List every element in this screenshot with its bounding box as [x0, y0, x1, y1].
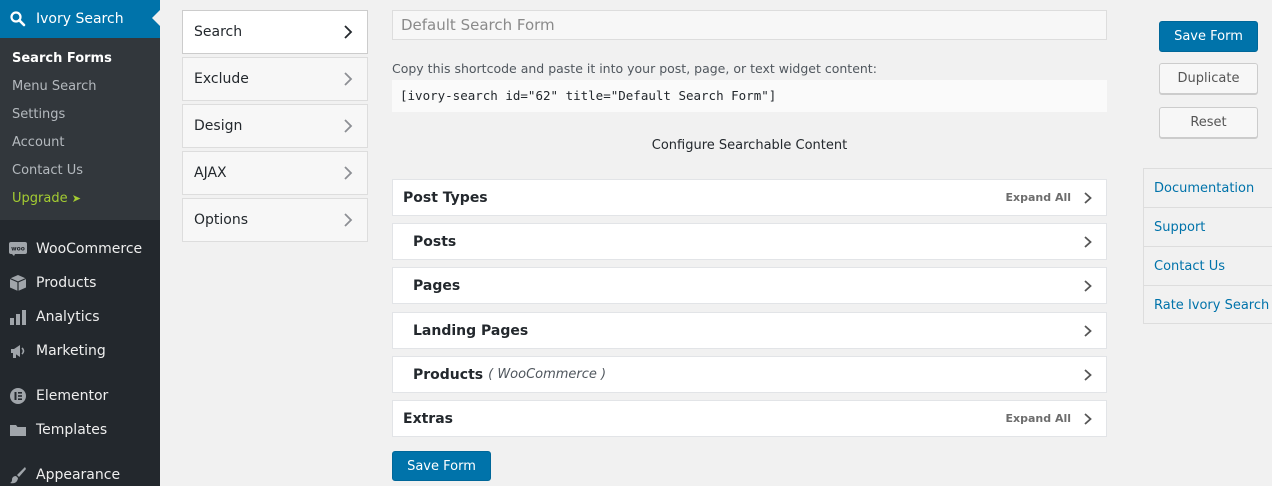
accordion-landing-pages[interactable]: Landing Pages	[392, 312, 1107, 349]
chevron-right-icon	[1084, 369, 1092, 381]
chevron-right-icon	[344, 25, 353, 39]
shortcode-text[interactable]: [ivory-search id="62" title="Default Sea…	[392, 80, 1107, 112]
tab-label: Options	[194, 212, 249, 228]
help-links-box: Documentation Support Contact Us Rate Iv…	[1143, 168, 1272, 324]
save-form-button[interactable]: Save Form	[1159, 21, 1258, 52]
tab-exclude[interactable]: Exclude	[182, 57, 368, 101]
paintbrush-icon	[9, 466, 27, 484]
menu-item-label: Marketing	[36, 343, 106, 359]
menu-item-label: Templates	[36, 422, 108, 438]
submenu-search-forms[interactable]: Search Forms	[0, 45, 160, 73]
chevron-right-icon	[1084, 413, 1092, 425]
accordion-post-types[interactable]: Post Types Expand All	[392, 179, 1107, 216]
chevron-right-icon	[344, 119, 353, 133]
accordion-label: Pages	[413, 277, 461, 294]
chevron-right-icon	[344, 166, 353, 180]
duplicate-button[interactable]: Duplicate	[1159, 63, 1258, 94]
woocommerce-icon: woo	[9, 240, 27, 258]
tab-label: AJAX	[194, 165, 227, 181]
upgrade-label: Upgrade	[12, 191, 68, 206]
tab-search[interactable]: Search	[182, 10, 368, 54]
menu-item-templates[interactable]: Templates	[0, 413, 160, 447]
menu-item-label: Products	[36, 275, 97, 291]
megaphone-icon	[9, 342, 27, 360]
contact-us-link[interactable]: Contact Us	[1144, 247, 1272, 286]
woocommerce-icon-text: woo	[11, 246, 25, 253]
support-link[interactable]: Support	[1144, 208, 1272, 247]
accordion-note: ( WooCommerce )	[488, 367, 607, 382]
menu-item-ivory-search[interactable]: Ivory Search	[0, 0, 160, 38]
upgrade-arrow-icon: ➤	[71, 192, 81, 205]
reset-button[interactable]: Reset	[1159, 107, 1258, 138]
tab-options[interactable]: Options	[182, 198, 368, 242]
analytics-bars-icon	[9, 308, 27, 326]
menu-item-woocommerce[interactable]: woo WooCommerce	[0, 232, 160, 266]
rate-ivory-search-link[interactable]: Rate Ivory Search	[1144, 286, 1272, 325]
accordion-products[interactable]: Products ( WooCommerce )	[392, 356, 1107, 393]
documentation-link[interactable]: Documentation	[1144, 169, 1272, 208]
chevron-right-icon	[1084, 325, 1092, 337]
menu-item-label: Ivory Search	[36, 11, 124, 27]
ivory-search-submenu: Search Forms Menu Search Settings Accoun…	[0, 38, 160, 220]
tab-label: Design	[194, 118, 243, 134]
submenu-account[interactable]: Account	[0, 129, 160, 157]
accordion-pages[interactable]: Pages	[392, 267, 1107, 304]
expand-all-link[interactable]: Expand All	[1006, 191, 1072, 204]
shortcode-hint: Copy this shortcode and paste it into yo…	[392, 61, 877, 76]
chevron-right-icon	[1084, 280, 1092, 292]
accordion-label: Products	[413, 366, 484, 383]
menu-item-elementor[interactable]: Elementor	[0, 379, 160, 413]
submenu-contact-us[interactable]: Contact Us	[0, 157, 160, 185]
chevron-right-icon	[1084, 192, 1092, 204]
products-box-icon	[9, 274, 27, 292]
menu-item-label: Appearance	[36, 467, 121, 483]
submenu-menu-search[interactable]: Menu Search	[0, 73, 160, 101]
submenu-upgrade[interactable]: Upgrade ➤	[0, 185, 160, 213]
tab-ajax[interactable]: AJAX	[182, 151, 368, 195]
menu-item-products[interactable]: Products	[0, 266, 160, 300]
accordion-extras[interactable]: Extras Expand All	[392, 400, 1107, 437]
chevron-right-icon	[344, 213, 353, 227]
accordion-label: Landing Pages	[413, 322, 529, 339]
form-title-input[interactable]	[392, 10, 1107, 40]
tab-label: Search	[194, 24, 243, 40]
menu-item-label: Elementor	[36, 388, 109, 404]
menu-item-label: WooCommerce	[36, 241, 143, 257]
accordion-label: Extras	[403, 410, 453, 427]
menu-item-analytics[interactable]: Analytics	[0, 300, 160, 334]
folder-icon	[9, 421, 27, 439]
tab-label: Exclude	[194, 71, 249, 87]
chevron-right-icon	[344, 72, 353, 86]
submenu-settings[interactable]: Settings	[0, 101, 160, 129]
tab-design[interactable]: Design	[182, 104, 368, 148]
menu-item-label: Analytics	[36, 309, 100, 325]
save-form-button-bottom[interactable]: Save Form	[392, 451, 491, 481]
menu-item-marketing[interactable]: Marketing	[0, 334, 160, 368]
accordion-posts[interactable]: Posts	[392, 223, 1107, 260]
section-title: Configure Searchable Content	[651, 138, 848, 153]
chevron-right-icon	[1084, 236, 1092, 248]
accordion-label: Post Types	[403, 189, 488, 206]
expand-all-link[interactable]: Expand All	[1006, 412, 1072, 425]
menu-item-appearance[interactable]: Appearance	[0, 458, 160, 486]
elementor-icon	[9, 387, 27, 405]
accordion-label: Posts	[413, 233, 457, 250]
search-icon	[9, 10, 27, 28]
admin-sidebar: Ivory Search Search Forms Menu Search Se…	[0, 0, 160, 486]
